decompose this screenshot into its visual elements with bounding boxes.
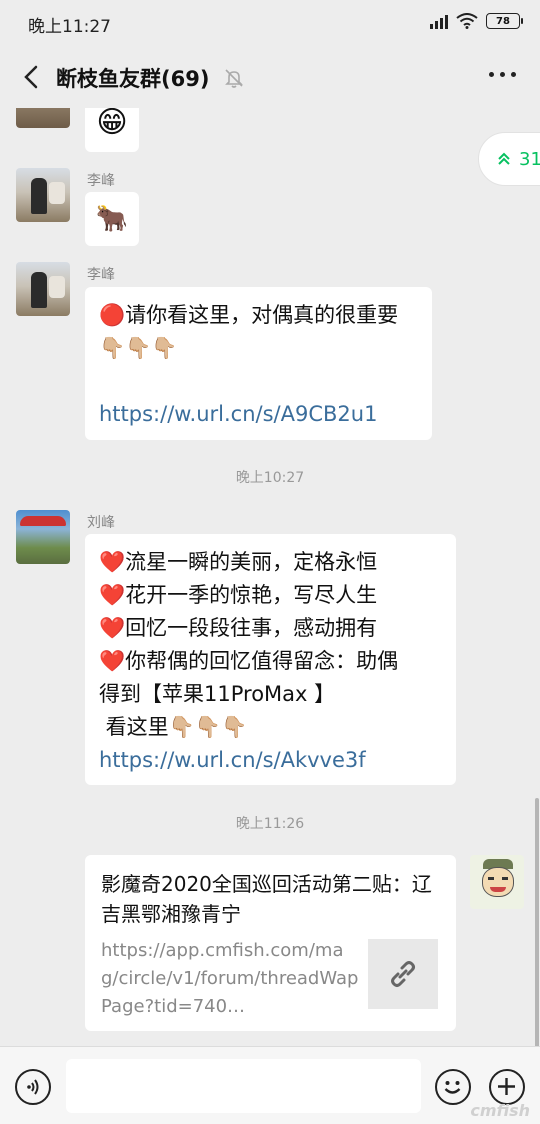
- message-link[interactable]: https://w.url.cn/s/A9CB2u1: [99, 398, 418, 431]
- message-input[interactable]: [66, 1059, 421, 1113]
- emoji-icon: [444, 1081, 461, 1094]
- avatar[interactable]: [16, 262, 70, 316]
- link-icon: [391, 961, 415, 987]
- plus-icon: [498, 1078, 515, 1095]
- link-card[interactable]: 影魔奇2020全国巡回活动第二贴：辽吉黑鄂湘豫青宁 https://app.cm…: [85, 855, 456, 1031]
- message-emoji: 🐂: [95, 204, 129, 234]
- voice-icon: [27, 1079, 39, 1095]
- unread-count: 31: [519, 148, 540, 170]
- message-bubble[interactable]: 🔴请你看这里，对偶真的很重要 👇🏼👇🏼👇🏼 https://w.url.cn/s…: [85, 287, 432, 440]
- scrollbar[interactable]: [535, 798, 539, 1046]
- more-icon[interactable]: [489, 72, 516, 77]
- message-line: ❤️你帮偶的回忆值得留念：助偶: [99, 649, 399, 673]
- back-arrow-icon[interactable]: [18, 62, 48, 92]
- message-line: ❤️回忆一段段往事，感动拥有: [99, 616, 378, 640]
- unread-messages-button[interactable]: 31: [478, 132, 540, 186]
- wifi-icon: [456, 13, 478, 29]
- message-line: 👇🏼👇🏼👇🏼: [99, 336, 178, 360]
- message-emoji: 😁: [96, 108, 128, 140]
- message-link[interactable]: https://w.url.cn/s/Akvve3f: [99, 744, 442, 777]
- avatar[interactable]: [16, 168, 70, 222]
- battery-icon: 78: [486, 13, 523, 29]
- avatar[interactable]: [16, 108, 70, 128]
- sender-name: 李峰: [87, 267, 115, 283]
- chat-area[interactable]: 😁 31 李峰 🐂 李峰 🔴请你看这里，对偶真的很重要 👇🏼👇🏼👇🏼 https…: [0, 108, 540, 1046]
- link-card-url: https://app.cmfish.com/mag/circle/v1/for…: [101, 940, 359, 1017]
- avatar[interactable]: [16, 510, 70, 564]
- message-line: 得到【苹果11ProMax 】: [99, 682, 336, 706]
- input-bar: cmfish: [0, 1046, 540, 1124]
- message-bubble[interactable]: ❤️流星一瞬的美丽，定格永恒 ❤️花开一季的惊艳，写尽人生 ❤️回忆一段段往事，…: [85, 534, 456, 785]
- status-bar: 晚上11:27 78: [0, 0, 540, 48]
- voice-button[interactable]: [15, 1069, 51, 1105]
- message-line: 看这里👇🏼👇🏼👇🏼: [99, 715, 248, 739]
- emoji-button[interactable]: [435, 1069, 471, 1105]
- link-card-title: 影魔奇2020全国巡回活动第二贴：辽吉黑鄂湘豫青宁: [101, 872, 432, 926]
- message-bubble[interactable]: 😁: [85, 108, 139, 152]
- link-card-thumbnail: [368, 939, 438, 1009]
- mute-bell-icon: [225, 69, 243, 88]
- status-icons: 78: [430, 13, 523, 29]
- message-bubble[interactable]: 🐂: [85, 192, 139, 246]
- chat-title: 断枝鱼友群(69): [56, 67, 210, 91]
- sender-name: 李峰: [87, 173, 115, 189]
- message-line: 🔴请你看这里，对偶真的很重要: [99, 303, 399, 327]
- message-line: ❤️花开一季的惊艳，写尽人生: [99, 583, 378, 607]
- message-timestamp: 晚上11:26: [235, 816, 305, 832]
- double-chevron-up-icon: [498, 152, 510, 165]
- signal-icon: [430, 13, 448, 29]
- message-line: ❤️流星一瞬的美丽，定格永恒: [99, 550, 378, 574]
- battery-level: 78: [496, 15, 510, 27]
- chat-header: 断枝鱼友群(69): [0, 48, 540, 108]
- watermark: cmfish: [470, 1101, 530, 1120]
- more-actions-button[interactable]: [489, 1069, 525, 1105]
- sender-name: 刘峰: [87, 515, 115, 531]
- my-avatar[interactable]: [470, 855, 524, 909]
- status-time: 晚上11:27: [28, 17, 111, 37]
- message-timestamp: 晚上10:27: [235, 470, 305, 486]
